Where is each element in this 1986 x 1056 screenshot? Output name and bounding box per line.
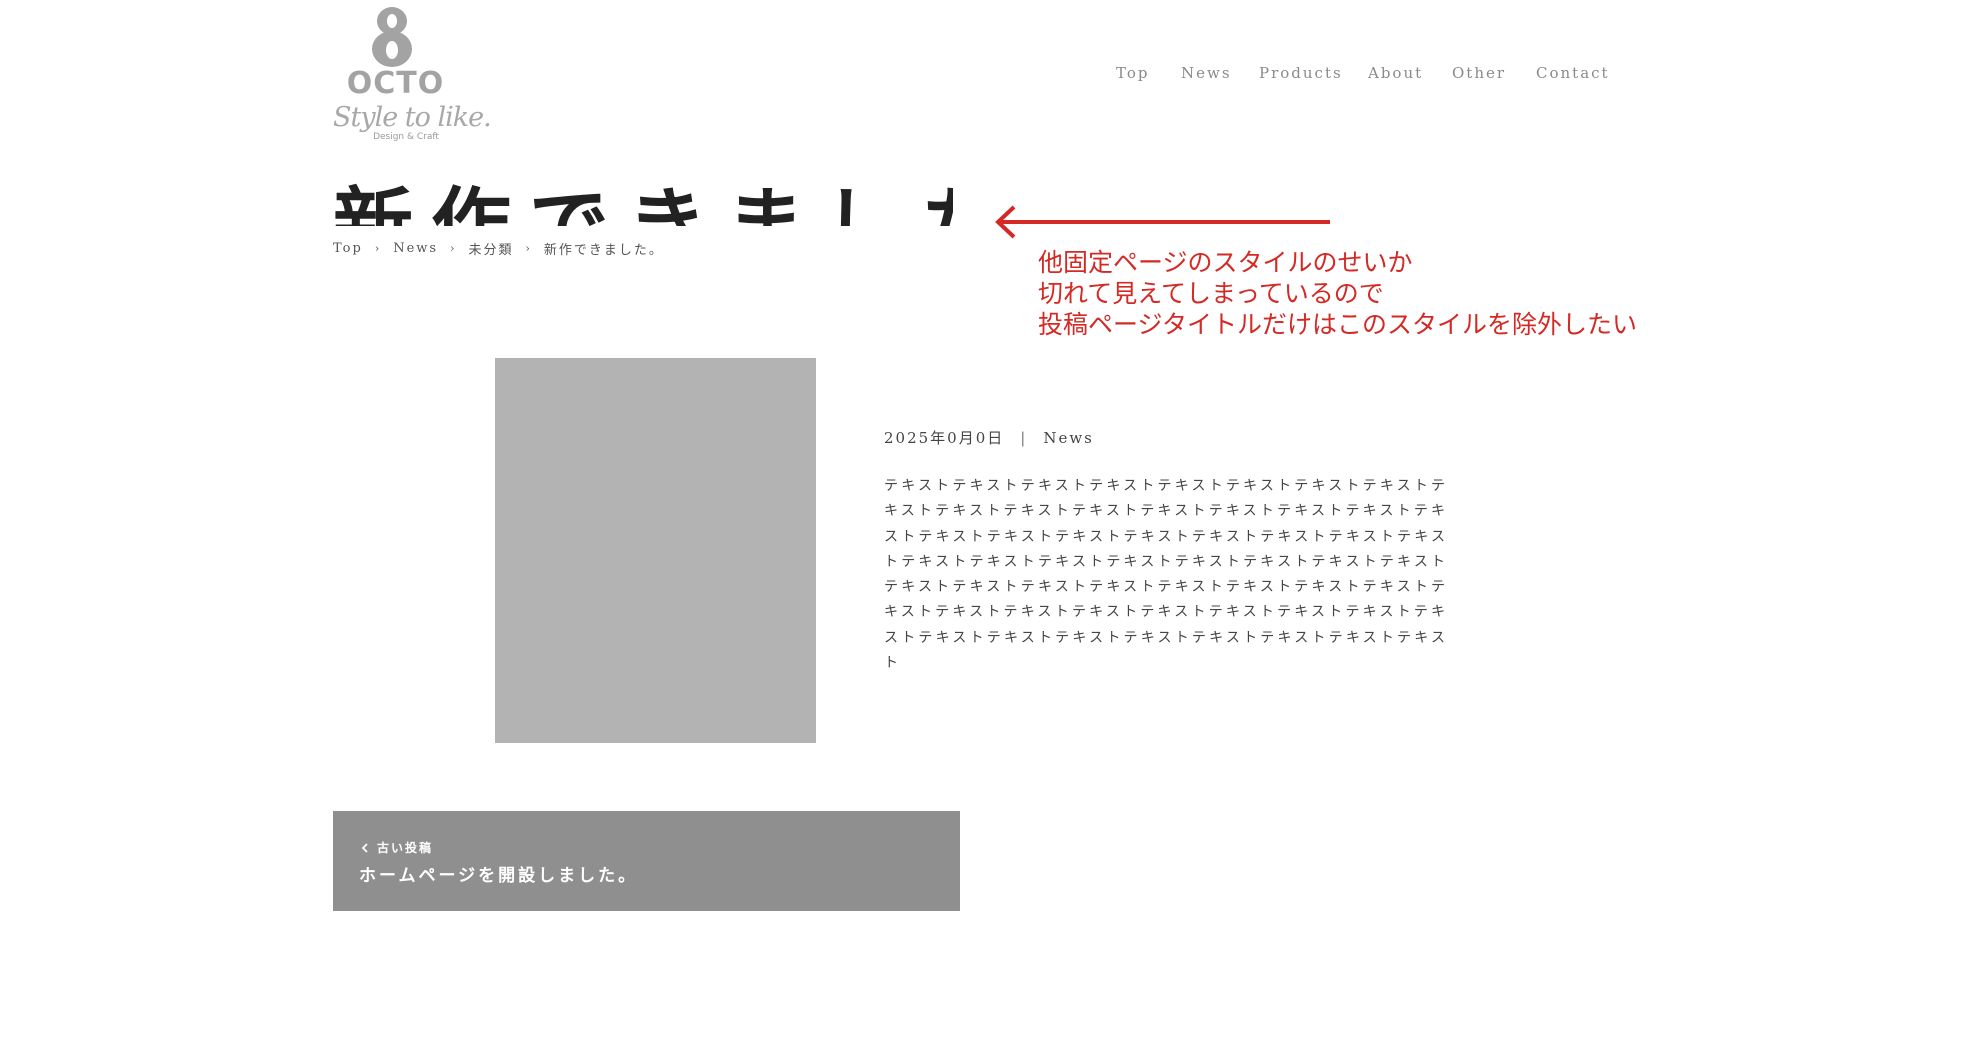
nav-about[interactable]: About	[1368, 64, 1423, 82]
chevron-right-icon: ›	[525, 242, 532, 255]
featured-image	[495, 358, 816, 743]
post-body: テキストテキストテキストテキストテキストテキストテキストテキストテキストテキスト…	[884, 478, 1449, 672]
post-date: 2025年0月0日	[884, 429, 1005, 447]
prev-post-title: ホームページを開設しました。	[359, 866, 639, 886]
nav-products[interactable]: Products	[1259, 64, 1343, 82]
logo-tagline: Style to like.	[333, 102, 492, 133]
annotation-note: 他固定ページのスタイルのせいか 切れて見えてしまっているので 投稿ページタイトル…	[1038, 247, 1637, 340]
breadcrumb-news[interactable]: News	[393, 241, 438, 256]
post-meta: 2025年0月0日 | News	[884, 427, 1094, 448]
nav-other[interactable]: Other	[1452, 64, 1506, 82]
page-title: 新作できました	[333, 179, 953, 227]
chevron-right-icon: ›	[450, 242, 457, 255]
annotation-arrow-icon	[995, 205, 1330, 239]
breadcrumb-top[interactable]: Top	[333, 241, 363, 256]
breadcrumb: Top › News › 未分類 › 新作できました。	[333, 239, 664, 258]
breadcrumb-category[interactable]: 未分類	[469, 239, 514, 258]
logo-sub: Design & Craft	[373, 132, 439, 142]
prev-post-label: 古い投稿	[377, 841, 434, 855]
annotation-line: 切れて見えてしまっているので	[1038, 279, 1384, 308]
nav-news[interactable]: News	[1181, 64, 1232, 82]
breadcrumb-current: 新作できました。	[543, 243, 664, 258]
page-title-clip: 新作できました	[333, 160, 953, 227]
nav-contact[interactable]: Contact	[1536, 64, 1610, 82]
post-category[interactable]: News	[1043, 429, 1094, 447]
annotation-line: 他固定ページのスタイルのせいか	[1038, 248, 1413, 277]
logo-eight-mark	[372, 7, 412, 67]
chevron-right-icon: ›	[374, 242, 382, 255]
chevron-left-icon	[361, 842, 368, 853]
prev-post-label-row: 古い投稿	[359, 839, 433, 856]
logo-name: OCTO	[346, 66, 445, 101]
nav-top[interactable]: Top	[1116, 64, 1149, 82]
prev-post-card[interactable]: 古い投稿 ホームページを開設しました。	[333, 811, 960, 911]
meta-divider: |	[1020, 428, 1028, 447]
annotation-line: 投稿ページタイトルだけはこのスタイルを除外したい	[1038, 310, 1638, 339]
site-logo[interactable]: OCTO Style to like. Design & Craft	[333, 4, 492, 146]
